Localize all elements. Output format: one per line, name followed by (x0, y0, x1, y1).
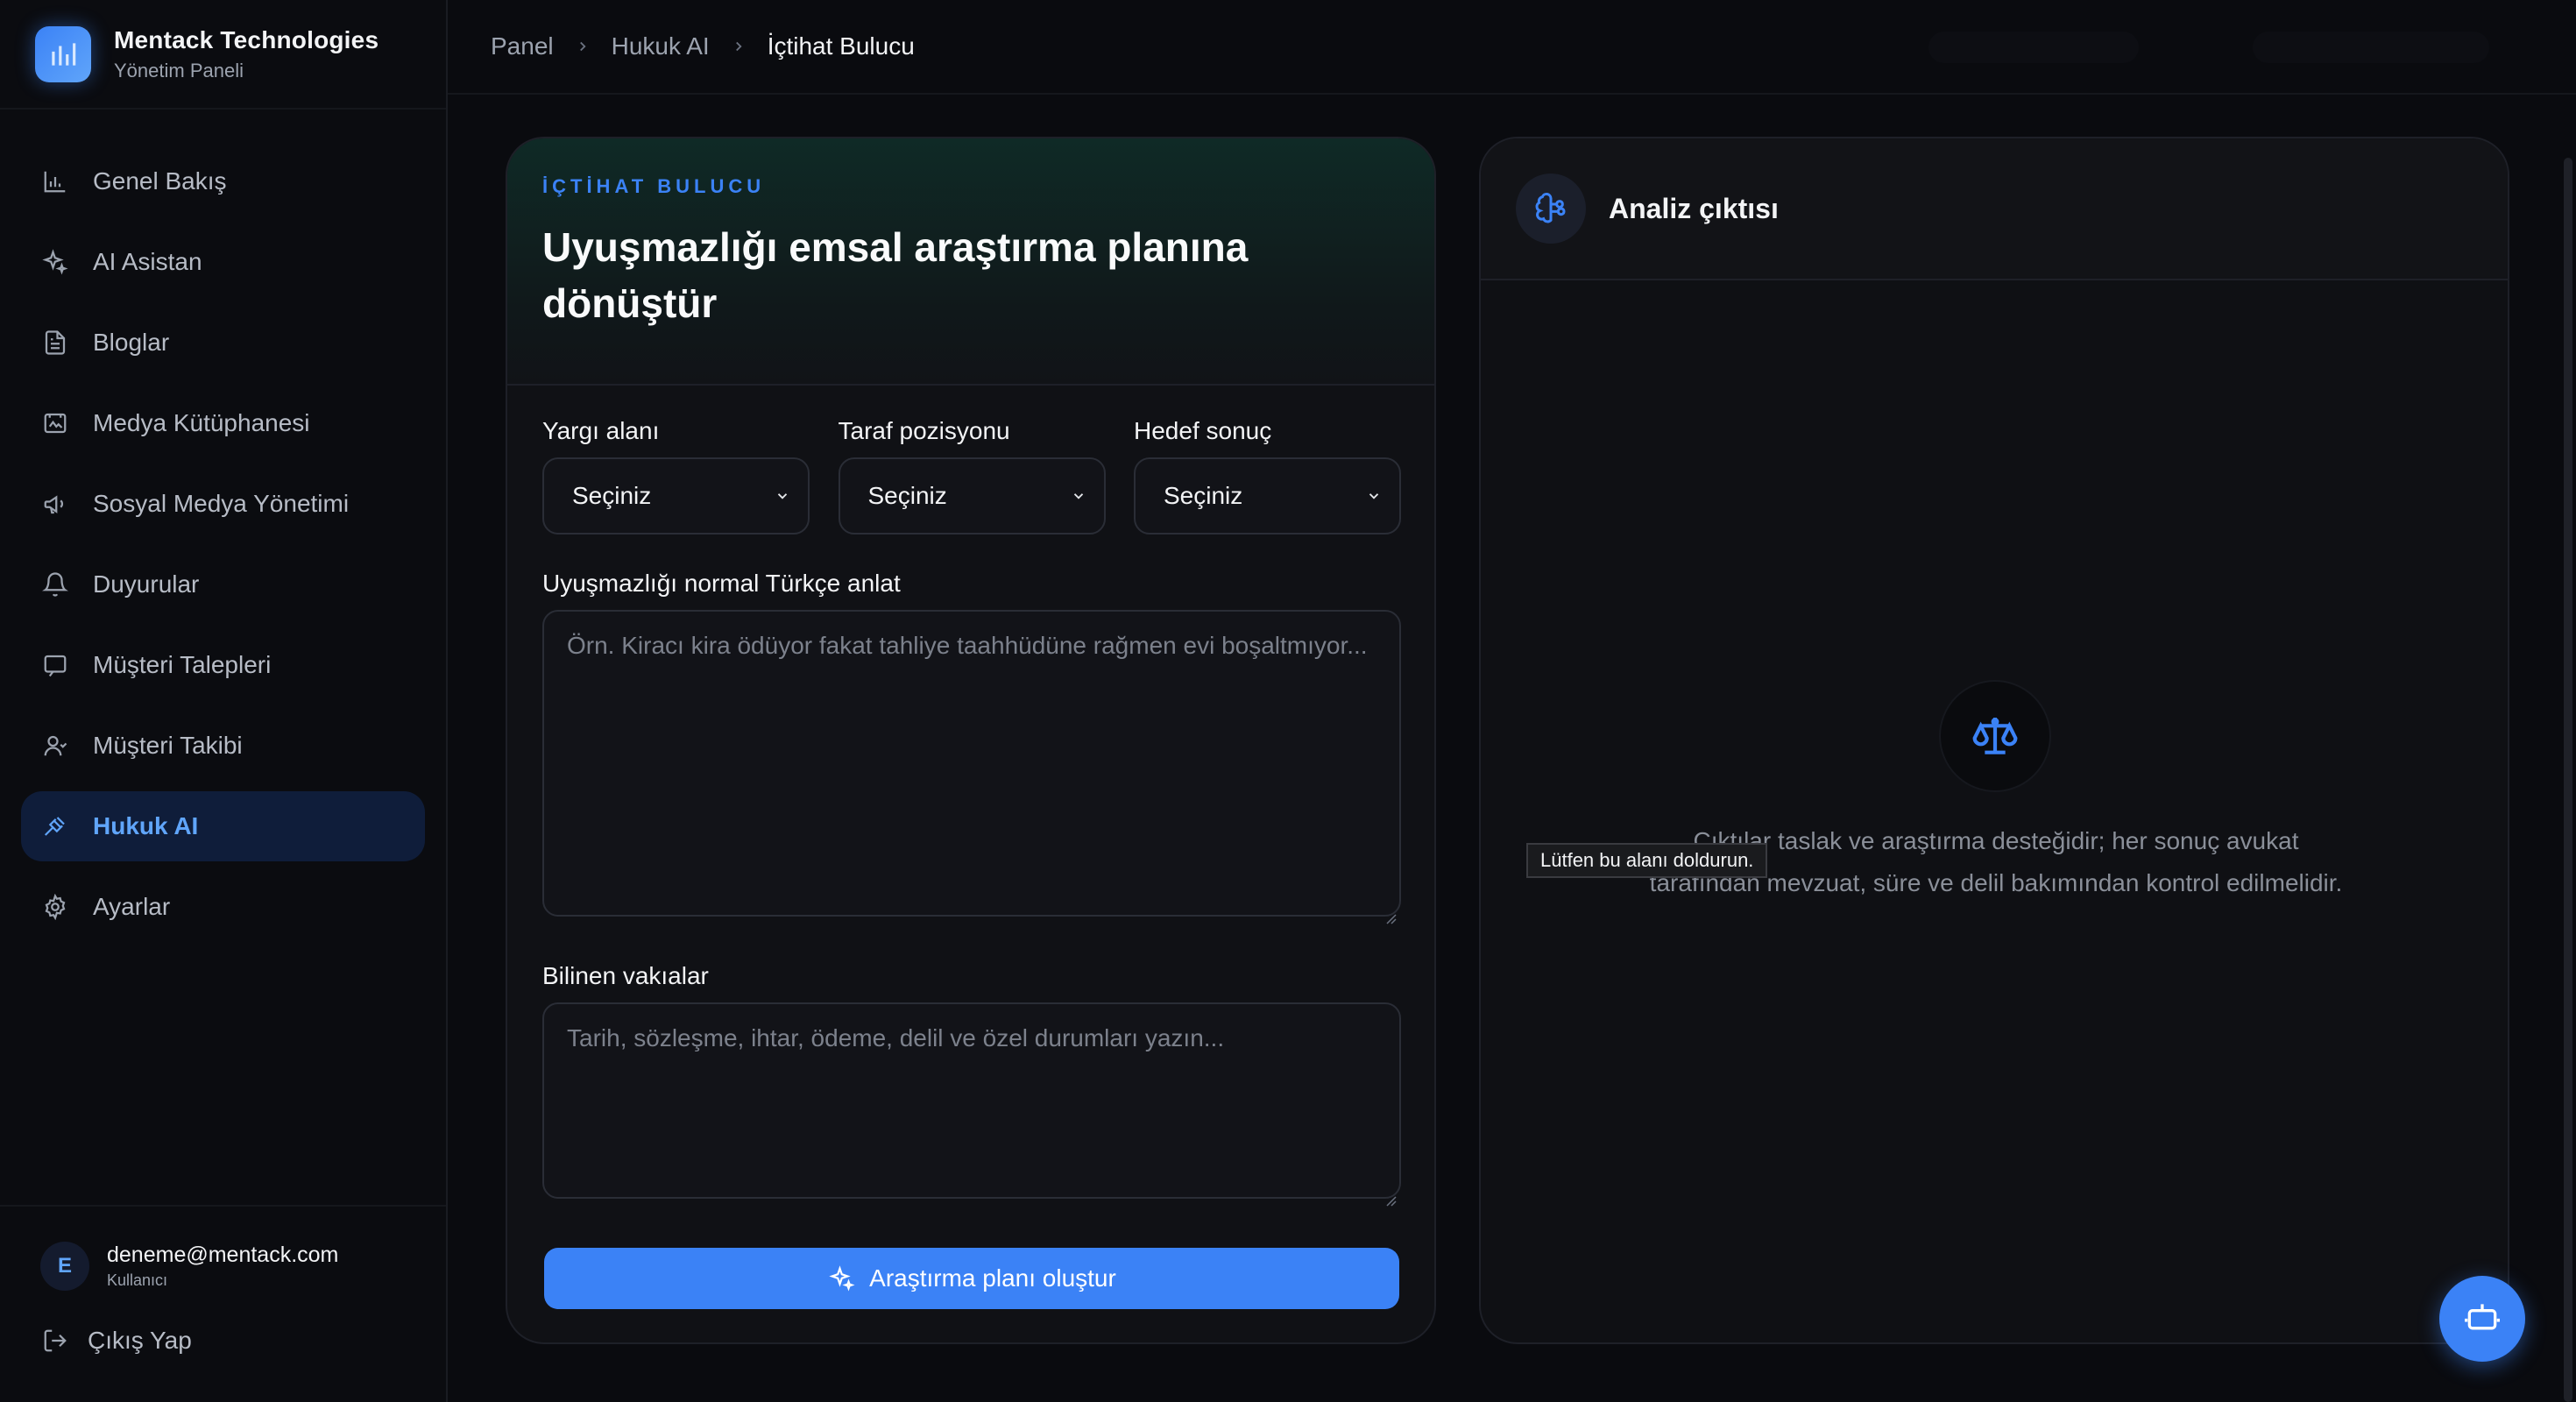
field-taraf-pozisyonu: Taraf pozisyonu Seçiniz (838, 417, 1106, 535)
chevron-right-icon (575, 33, 591, 60)
sparkles-icon (40, 247, 70, 277)
dispute-placeholder: Örn. Kiracı kira ödüyor fakat tahliye ta… (567, 632, 1368, 659)
topbar: Panel Hukuk AI İçtihat Bulucu (448, 0, 2576, 95)
analysis-output-card: Analiz çıktısı Çıktılar taslak ve araştı… (1479, 137, 2509, 1344)
bar-chart-icon (40, 166, 70, 196)
hedef-sonuc-select[interactable]: Seçiniz (1134, 457, 1401, 535)
brand-logo-icon (35, 25, 91, 82)
research-form-card: İÇTİHAT BULUCU Uyuşmazlığı emsal araştır… (506, 137, 1436, 1344)
field-label: Hedef sonuç (1134, 417, 1272, 444)
scale-icon (1939, 680, 2051, 792)
message-icon (40, 650, 70, 680)
field-hedef-sonuc: Hedef sonuç Seçiniz (1134, 417, 1401, 535)
sidebar-nav: Genel Bakış AI Asistan Bloglar Medya Küt… (0, 110, 446, 942)
create-research-plan-button[interactable]: Araştırma planı oluştur (544, 1248, 1399, 1309)
user-icon (40, 731, 70, 761)
breadcrumb: Panel Hukuk AI İçtihat Bulucu (491, 32, 915, 60)
chevron-down-icon (1069, 486, 1088, 506)
resize-handle-icon[interactable] (1384, 899, 1398, 924)
brand-name: Mentack Technologies (114, 25, 379, 53)
select-value: Seçiniz (572, 482, 652, 509)
submit-label: Araştırma planı oluştur (869, 1264, 1116, 1292)
robot-icon (2463, 1298, 2502, 1341)
logout-button[interactable]: Çıkış Yap (40, 1326, 192, 1356)
field-label: Yargı alanı (542, 417, 660, 444)
sidebar-item-musteri-talepleri[interactable]: Müşteri Talepleri (21, 630, 425, 700)
sidebar-item-label: Genel Bakış (93, 167, 227, 195)
sidebar-item-label: Duyurular (93, 570, 200, 598)
sidebar-footer: E deneme@mentack.com Kullanıcı Çıkış Yap (0, 1205, 446, 1402)
dispute-label: Uyuşmazlığı normal Türkçe anlat (542, 570, 901, 597)
sidebar-item-duyurular[interactable]: Duyurular (21, 549, 425, 620)
field-label: Taraf pozisyonu (838, 417, 1010, 444)
sidebar-item-label: AI Asistan (93, 248, 202, 275)
gavel-icon (40, 811, 70, 841)
sidebar-item-label: Müşteri Takibi (93, 732, 243, 759)
sidebar-item-label: Medya Kütüphanesi (93, 409, 310, 436)
select-value: Seçiniz (1164, 482, 1243, 509)
sidebar-item-label: Müşteri Talepleri (93, 651, 272, 678)
validation-tooltip: Lütfen bu alanı doldurun. (1526, 843, 1768, 878)
form-header: İÇTİHAT BULUCU Uyuşmazlığı emsal araştır… (507, 138, 1434, 386)
facts-placeholder: Tarih, sözleşme, ihtar, ödeme, delil ve … (567, 1024, 1225, 1052)
sidebar-item-genel-bakis[interactable]: Genel Bakış (21, 146, 425, 216)
user-role: Kullanıcı (107, 1271, 168, 1289)
page-scrollbar[interactable] (2564, 158, 2572, 1402)
yargi-alani-select[interactable]: Seçiniz (542, 457, 810, 535)
chevron-down-icon (773, 486, 792, 506)
brand[interactable]: Mentack Technologies Yönetim Paneli (0, 0, 446, 110)
sidebar-item-label: Ayarlar (93, 893, 171, 920)
select-row: Yargı alanı Seçiniz Taraf pozisyonu Seçi… (542, 417, 1401, 535)
megaphone-icon (40, 489, 70, 519)
sidebar-item-musteri-takibi[interactable]: Müşteri Takibi (21, 711, 425, 781)
sidebar-item-ayarlar[interactable]: Ayarlar (21, 872, 425, 942)
topbar-control-placeholder (2253, 32, 2489, 63)
breadcrumb-item-current: İçtihat Bulucu (767, 32, 915, 60)
field-yargi-alani: Yargı alanı Seçiniz (542, 417, 810, 535)
document-icon (40, 328, 70, 358)
logout-icon (40, 1326, 70, 1356)
logout-label: Çıkış Yap (88, 1327, 192, 1354)
output-header: Analiz çıktısı (1481, 138, 2508, 280)
chatbot-button[interactable] (2439, 1276, 2525, 1362)
sidebar: Mentack Technologies Yönetim Paneli Gene… (0, 0, 448, 1402)
facts-label: Bilinen vakıalar (542, 962, 709, 989)
chevron-right-icon (731, 33, 747, 60)
breadcrumb-item-panel[interactable]: Panel (491, 32, 554, 60)
brain-icon (1516, 173, 1586, 244)
facts-textarea[interactable]: Tarih, sözleşme, ihtar, ödeme, delil ve … (542, 1002, 1401, 1207)
breadcrumb-item-hukuk-ai[interactable]: Hukuk AI (612, 32, 710, 60)
taraf-pozisyonu-select[interactable]: Seçiniz (838, 457, 1106, 535)
sidebar-item-hukuk-ai[interactable]: Hukuk AI (21, 791, 425, 861)
dispute-textarea[interactable]: Örn. Kiracı kira ödüyor fakat tahliye ta… (542, 610, 1401, 924)
sidebar-item-label: Bloglar (93, 329, 170, 356)
brand-subtitle: Yönetim Paneli (114, 59, 244, 81)
user-profile[interactable]: E deneme@mentack.com Kullanıcı (40, 1242, 338, 1291)
select-value: Seçiniz (867, 482, 947, 509)
user-email: deneme@mentack.com (107, 1243, 339, 1267)
output-title: Analiz çıktısı (1609, 192, 1779, 224)
sidebar-item-label: Hukuk AI (93, 812, 199, 839)
form-eyebrow: İÇTİHAT BULUCU (542, 175, 766, 197)
bell-icon (40, 570, 70, 599)
image-icon (40, 408, 70, 438)
sidebar-item-bloglar[interactable]: Bloglar (21, 308, 425, 378)
topbar-control-placeholder (1928, 32, 2139, 63)
avatar: E (40, 1242, 89, 1291)
sidebar-item-sosyal-medya[interactable]: Sosyal Medya Yönetimi (21, 469, 425, 539)
sparkles-icon (827, 1264, 857, 1293)
sidebar-item-medya-kutuphanesi[interactable]: Medya Kütüphanesi (21, 388, 425, 458)
form-title: Uyuşmazlığı emsal araştırma planına dönü… (542, 224, 1249, 326)
sidebar-item-ai-asistan[interactable]: AI Asistan (21, 227, 425, 297)
gear-icon (40, 892, 70, 922)
chevron-down-icon (1364, 486, 1384, 506)
sidebar-item-label: Sosyal Medya Yönetimi (93, 490, 350, 517)
resize-handle-icon[interactable] (1384, 1181, 1398, 1207)
